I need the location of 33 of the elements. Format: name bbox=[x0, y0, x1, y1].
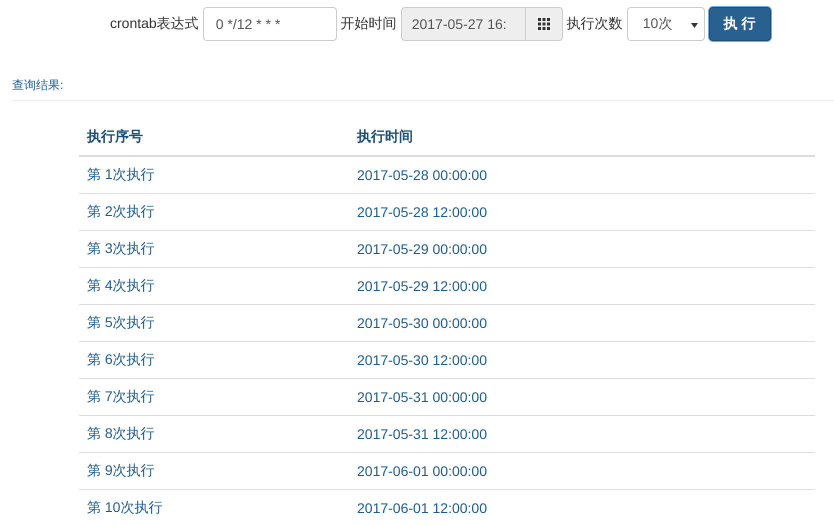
field-label: crontab表达式 bbox=[110, 14, 199, 32]
column-header: 执行时间 bbox=[349, 119, 815, 156]
expression-field[interactable]: 0 */12 * * * bbox=[202, 6, 337, 40]
calendar-button[interactable] bbox=[524, 6, 563, 40]
table-cell: 2017-05-29 00:00:00 bbox=[349, 230, 815, 268]
table-cell: 2017-06-01 00:00:00 bbox=[349, 452, 815, 490]
table-cell: 第 4次执行 bbox=[79, 268, 349, 304]
field-label: 开始时间 bbox=[340, 14, 397, 32]
execute-button[interactable]: 执 行 bbox=[708, 6, 771, 40]
table-cell: 2017-05-28 00:00:00 bbox=[349, 156, 815, 194]
table-cell: 第 2次执行 bbox=[79, 194, 349, 230]
table-cell: 2017-05-31 00:00:00 bbox=[349, 378, 815, 416]
table-cell: 第 8次执行 bbox=[79, 416, 349, 452]
table-cell: 2017-05-30 12:00:00 bbox=[349, 342, 815, 378]
table-cell: 第 6次执行 bbox=[79, 342, 349, 378]
field-label: 执行次数 bbox=[566, 14, 623, 32]
date-field[interactable]: 2017-05-27 16: bbox=[400, 6, 525, 40]
table-cell: 第 7次执行 bbox=[79, 378, 349, 416]
table-cell: 第 9次执行 bbox=[79, 452, 349, 490]
caret-icon bbox=[690, 22, 698, 28]
table-cell: 第 1次执行 bbox=[79, 156, 349, 194]
table-cell: 第 10次执行 bbox=[79, 490, 349, 526]
column-header: 执行序号 bbox=[79, 119, 349, 156]
table-cell: 2017-05-31 12:00:00 bbox=[349, 416, 815, 452]
table-cell: 第 3次执行 bbox=[79, 230, 349, 268]
table-cell: 2017-05-29 12:00:00 bbox=[349, 268, 815, 304]
table-cell: 第 5次执行 bbox=[79, 304, 349, 342]
section-title: 查询结果: bbox=[12, 77, 834, 101]
table-cell: 2017-05-28 12:00:00 bbox=[349, 194, 815, 230]
table-cell: 2017-05-30 00:00:00 bbox=[349, 304, 815, 342]
table-cell: 2017-06-01 12:00:00 bbox=[349, 490, 815, 526]
count-dropdown[interactable]: 10次 bbox=[626, 6, 705, 40]
grid-icon bbox=[538, 18, 550, 30]
